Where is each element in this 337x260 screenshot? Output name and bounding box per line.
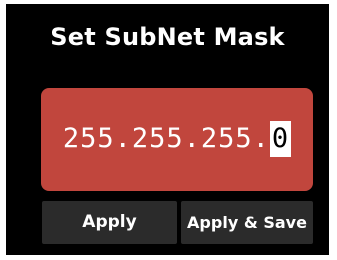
page-title: Set SubNet Mask <box>50 23 285 51</box>
subnet-mask-prefix: 255.255.255. <box>62 123 270 154</box>
device-screen: Set SubNet Mask 255.255.255.0 Apply Appl… <box>6 4 329 255</box>
apply-button[interactable]: Apply <box>42 201 177 244</box>
edit-cursor-digit[interactable]: 0 <box>269 121 292 157</box>
subnet-mask-field[interactable]: 255.255.255.0 <box>41 88 313 191</box>
apply-and-save-button[interactable]: Apply & Save <box>181 201 313 244</box>
subnet-mask-value: 255.255.255.0 <box>41 121 313 157</box>
